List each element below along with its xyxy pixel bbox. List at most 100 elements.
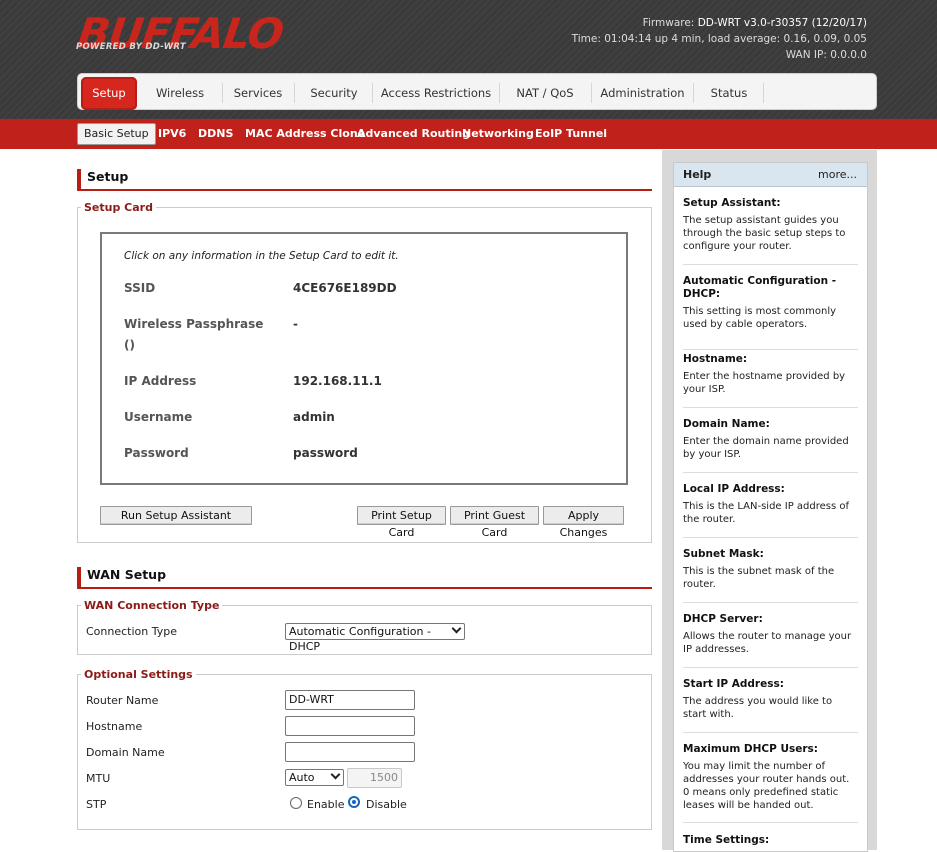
connection-type-label: Connection Type [86,625,178,638]
chevron-down-icon [451,623,462,634]
help-item-title: Maximum DHCP Users: [683,743,819,755]
help-item: Time Settings: [683,834,858,851]
help-item: DHCP Server: Allows the router to manage… [683,613,858,668]
print-guest-card-button[interactable]: Print Guest Card [450,506,539,539]
time-label: Time: [571,33,601,45]
help-header: Help more... [674,163,867,187]
logo-subtitle: POWERED BY DD-WRT [76,42,186,52]
subtab-mac-address-clone[interactable]: MAC Address Clone [245,124,365,144]
username-label: Username [124,410,193,424]
password-value[interactable]: password [293,443,358,464]
help-item-desc: This is the LAN-side IP address of the r… [683,501,850,525]
tab-setup[interactable]: Setup [81,77,137,110]
stp-enable-label: Enable [307,798,345,811]
help-item: Maximum DHCP Users: You may limit the nu… [683,743,858,823]
sub-navigation: Basic Setup IPV6 DDNS MAC Address Clone … [0,119,937,149]
print-setup-card-button[interactable]: Print Setup Card [357,506,446,539]
optional-settings-legend: Optional Settings [84,668,193,681]
help-item-title: Automatic Configuration - DHCP: [683,275,837,300]
help-item-title: Setup Assistant: [683,197,781,209]
help-item-title: Hostname: [683,353,748,365]
help-item: Hostname: Enter the hostname provided by… [683,353,858,408]
tab-status[interactable]: Status [695,78,763,108]
mtu-label: MTU [86,772,111,785]
run-setup-assistant-button[interactable]: Run Setup Assistant [100,506,252,525]
subtab-ipv6[interactable]: IPV6 [158,124,186,144]
tab-administration[interactable]: Administration [593,78,692,108]
help-item-desc: Enter the domain name provided by your I… [683,436,849,460]
ip-address-label: IP Address [124,374,197,388]
help-item: Local IP Address: This is the LAN-side I… [683,483,858,538]
stp-enable-radio[interactable] [290,797,302,809]
help-item-title: Subnet Mask: [683,548,764,560]
mtu-mode-select[interactable]: Auto [285,769,344,786]
help-item-desc: Allows the router to manage your IP addr… [683,631,852,655]
username-value[interactable]: admin [293,407,335,428]
domain-name-input[interactable] [285,742,415,762]
firmware-label: Firmware: [642,17,695,29]
tab-nat-qos[interactable]: NAT / QoS [501,78,589,108]
setup-card: Click on any information in the Setup Ca… [100,232,628,485]
mtu-value-input: 1500 [347,768,402,788]
help-panel-frame: Help more... Setup Assistant: The setup … [662,150,877,852]
connection-type-select[interactable]: Automatic Configuration - DHCP [285,623,465,653]
passphrase-label: Wireless Passphrase () [124,317,264,352]
wan-connection-legend: WAN Connection Type [84,599,220,612]
help-item-desc: This is the subnet mask of the router. [683,566,835,590]
help-title: Help [683,168,712,181]
subtab-ddns[interactable]: DDNS [198,124,233,144]
stp-disable-label: Disable [366,798,407,811]
tab-access-restrictions[interactable]: Access Restrictions [374,78,498,108]
help-panel: Help more... Setup Assistant: The setup … [673,162,868,852]
tab-wireless[interactable]: Wireless [140,78,220,108]
tab-services[interactable]: Services [224,78,292,108]
help-item-desc: Enter the hostname provided by your ISP. [683,371,846,395]
domain-name-label: Domain Name [86,746,165,759]
router-name-input[interactable]: DD-WRT [285,690,415,710]
help-item-desc: This setting is most commonly used by ca… [683,306,837,330]
subtab-eoip-tunnel[interactable]: EoIP Tunnel [535,124,607,144]
hostname-input[interactable] [285,716,415,736]
help-more-link[interactable]: more... [818,168,857,181]
password-label: Password [124,446,189,460]
help-item-desc: The address you would like to start with… [683,696,833,720]
help-item: Subnet Mask: This is the subnet mask of … [683,548,858,603]
help-item-title: Local IP Address: [683,483,785,495]
help-item: Start IP Address: The address you would … [683,678,858,733]
section-title-setup: Setup [77,169,652,191]
ssid-value[interactable]: 4CE676E189DD [293,278,397,299]
main-tabs: Setup Wireless Services Security Access … [77,73,877,110]
subtab-advanced-routing[interactable]: Advanced Routing [357,124,470,144]
help-item-title: Domain Name: [683,418,770,430]
ip-address-value[interactable]: 192.168.11.1 [293,371,382,392]
hostname-label: Hostname [86,720,143,733]
passphrase-value[interactable]: - [293,314,298,335]
firmware-value: DD-WRT v3.0-r30357 (12/20/17) [697,17,867,29]
help-item: Automatic Configuration - DHCP: This set… [683,275,858,350]
header: BUFFALO POWERED BY DD-WRT Firmware: DD-W… [0,0,937,119]
ssid-label: SSID [124,281,156,295]
help-item-title: Time Settings: [683,834,770,846]
help-item-desc: You may limit the number of addresses yo… [683,761,850,811]
chevron-down-icon [330,769,341,780]
stp-disable-radio[interactable] [348,796,360,808]
help-item-title: DHCP Server: [683,613,763,625]
help-item-title: Start IP Address: [683,678,784,690]
help-item-desc: The setup assistant guides you through t… [683,215,846,252]
apply-changes-button[interactable]: Apply Changes [543,506,624,539]
tab-security[interactable]: Security [296,78,372,108]
wanip-value: 0.0.0.0 [830,49,867,61]
router-name-label: Router Name [86,694,159,707]
mtu-mode-value: Auto [289,771,315,784]
help-item: Setup Assistant: The setup assistant gui… [683,197,858,265]
wanip-label: WAN IP: [785,49,827,61]
setup-card-note: Click on any information in the Setup Ca… [124,250,399,262]
subtab-basic-setup[interactable]: Basic Setup [77,123,156,145]
subtab-networking[interactable]: Networking [462,124,534,144]
time-value: 01:04:14 up 4 min, load average: 0.16, 0… [604,33,867,45]
router-info: Firmware: DD-WRT v3.0-r30357 (12/20/17) … [572,15,867,63]
section-title-wan-setup: WAN Setup [77,567,652,589]
setup-card-legend: Setup Card [84,201,153,214]
help-item: Domain Name: Enter the domain name provi… [683,418,858,473]
stp-label: STP [86,798,107,811]
